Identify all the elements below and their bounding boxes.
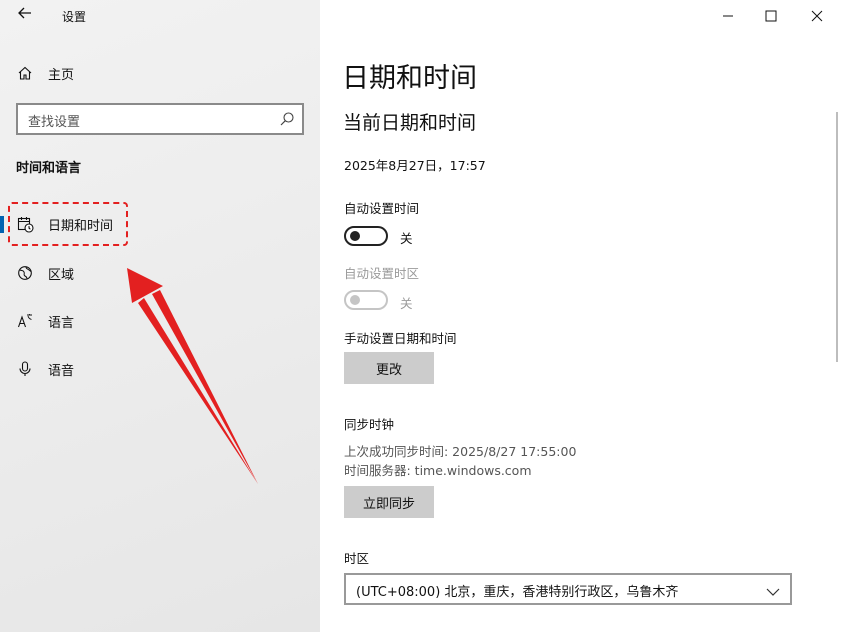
sidebar-item-label: 语音 bbox=[48, 363, 75, 379]
search-icon[interactable] bbox=[279, 111, 295, 127]
maximize-icon[interactable] bbox=[757, 4, 785, 28]
sidebar-item-label: 主页 bbox=[48, 67, 75, 83]
chevron-down-icon bbox=[766, 583, 780, 596]
sidebar-item-speech[interactable]: 语音 bbox=[0, 349, 320, 389]
main-content: 日期和时间 当前日期和时间 2025年8月27日，17:57 自动设置时间 关 … bbox=[320, 0, 841, 632]
section-title: 时间和语言 bbox=[16, 161, 82, 176]
auto-timezone-toggle bbox=[344, 290, 388, 310]
manual-datetime-label: 手动设置日期和时间 bbox=[344, 331, 457, 346]
section-heading: 当前日期和时间 bbox=[343, 112, 477, 134]
auto-time-state: 关 bbox=[400, 231, 413, 246]
timezone-value: (UTC+08:00) 北京，重庆，香港特别行政区，乌鲁木齐 bbox=[356, 585, 679, 600]
search-placeholder: 查找设置 bbox=[28, 115, 81, 130]
close-icon[interactable] bbox=[803, 4, 831, 28]
sidebar: 设置 主页 查找设置 时间和语言 日期和时间 区域 语言 语音 bbox=[0, 0, 320, 632]
toggle-knob bbox=[350, 231, 360, 241]
sidebar-item-home[interactable]: 主页 bbox=[0, 53, 320, 93]
sync-now-button[interactable]: 立即同步 bbox=[344, 486, 434, 518]
auto-timezone-state: 关 bbox=[400, 296, 413, 311]
auto-time-label: 自动设置时间 bbox=[344, 201, 420, 216]
annotation-highlight-box bbox=[8, 202, 128, 246]
page-title: 日期和时间 bbox=[342, 63, 477, 94]
app-title: 设置 bbox=[62, 10, 87, 24]
search-input[interactable]: 查找设置 bbox=[16, 103, 304, 135]
home-icon bbox=[16, 64, 34, 82]
sidebar-item-label: 区域 bbox=[48, 267, 75, 283]
time-server-text: 时间服务器: time.windows.com bbox=[344, 463, 532, 478]
timezone-label: 时区 bbox=[344, 551, 370, 566]
globe-icon bbox=[16, 264, 34, 282]
auto-time-toggle[interactable] bbox=[344, 226, 388, 246]
auto-timezone-label: 自动设置时区 bbox=[344, 266, 420, 281]
selection-indicator bbox=[0, 216, 4, 233]
sync-clock-label: 同步时钟 bbox=[344, 417, 395, 432]
language-icon bbox=[16, 312, 34, 330]
microphone-icon bbox=[16, 360, 34, 378]
last-sync-text: 上次成功同步时间: 2025/8/27 17:55:00 bbox=[344, 444, 577, 459]
back-arrow-icon[interactable] bbox=[14, 5, 36, 27]
toggle-knob bbox=[350, 295, 360, 305]
sidebar-item-language[interactable]: 语言 bbox=[0, 301, 320, 341]
minimize-icon[interactable] bbox=[714, 4, 742, 28]
sidebar-item-region[interactable]: 区域 bbox=[0, 253, 320, 293]
timezone-select[interactable]: (UTC+08:00) 北京，重庆，香港特别行政区，乌鲁木齐 bbox=[344, 573, 792, 605]
scrollbar[interactable] bbox=[836, 112, 838, 362]
sidebar-item-label: 语言 bbox=[48, 315, 75, 331]
current-datetime: 2025年8月27日，17:57 bbox=[344, 158, 486, 173]
change-button[interactable]: 更改 bbox=[344, 352, 434, 384]
